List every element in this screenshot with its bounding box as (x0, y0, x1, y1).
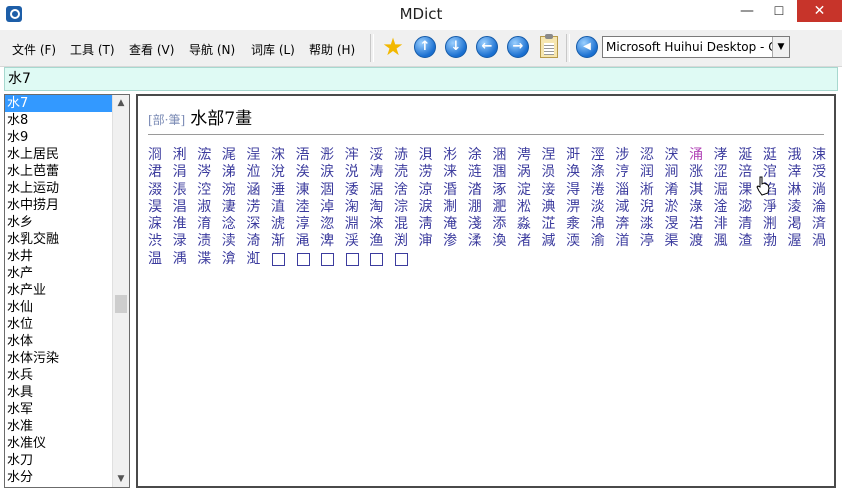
character-link[interactable]: 渰 (222, 251, 247, 268)
word-list: 水7 水8 水9 水上居民 水上芭蕾 水上运动 水中捞月 水乡 水乳交融 水井 水产 水产业 水仙 水位水… (4, 94, 130, 488)
word-list-item[interactable]: 水8 (5, 112, 115, 129)
menu-view[interactable]: 查看 (V) (129, 41, 174, 58)
word-list-item[interactable]: 水准仪 (5, 435, 115, 452)
word-list-item[interactable]: 水产业 (5, 282, 115, 299)
word-list-item[interactable]: 水军 (5, 401, 115, 418)
title-bar: MDict — ☐ ✕ (0, 0, 842, 30)
character-link[interactable]: 渪 (173, 251, 198, 268)
menu-toolbar: 文件 (F) 工具 (T) 查看 (V) 导航 (N) 词库 (L) 帮助 (H… (0, 30, 842, 67)
character-row: 涒涓涔涕涖涗涘涙涚涛涜涝涞涟涠涡涢涣涤涥润涧涨涩涪涫涬涭涮涯 (148, 161, 828, 180)
character-link[interactable]: 温 (148, 251, 173, 268)
voice-select[interactable]: Microsoft Huihui Desktop - C ▼ (602, 36, 790, 58)
missing-glyph-box[interactable] (369, 251, 394, 268)
character-link[interactable]: 渱 (246, 251, 271, 268)
character-link[interactable]: 渦 (812, 233, 834, 250)
character-row: 渋渌渍渎渏渐渑渒渓渔渕渖渗渘渙渚減渜渝渞渟渠渡渢渣渤渥渦渧渨 (148, 230, 828, 250)
menu-help[interactable]: 帮助 (H) (309, 41, 355, 58)
character-link[interactable]: 減 (542, 233, 567, 250)
radical-stroke-link[interactable]: [部·筆] (148, 113, 185, 127)
entry-title: 水部7畫 (190, 109, 253, 129)
word-list-item[interactable]: 水具 (5, 384, 115, 401)
scrollbar-thumb[interactable] (115, 295, 127, 313)
word-list-item[interactable]: 水上芭蕾 (5, 163, 115, 180)
character-link[interactable]: 渟 (640, 233, 665, 250)
word-list-item[interactable]: 水上运动 (5, 180, 115, 197)
character-link[interactable]: 渞 (615, 233, 640, 250)
character-link[interactable]: 渣 (738, 233, 763, 250)
missing-glyph-box[interactable] (296, 251, 321, 268)
character-link[interactable]: 渝 (591, 233, 616, 250)
arrow-back-icon[interactable]: ← (476, 36, 498, 58)
missing-glyph-box[interactable] (320, 251, 345, 268)
word-list-item[interactable]: 水上居民 (5, 146, 115, 163)
arrow-forward-icon[interactable]: → (507, 36, 529, 58)
character-link[interactable]: 渙 (492, 233, 517, 250)
missing-glyph-box[interactable] (271, 251, 296, 268)
character-link[interactable]: 渥 (787, 233, 812, 250)
entry-heading: [部·筆] 水部7畫 (148, 104, 252, 129)
word-list-items: 水7 水8 水9 水上居民 水上芭蕾 水上运动 水中捞月 水乡 水乳交融 水井 水产 水产业 水仙 水位水… (5, 95, 129, 486)
entry-content: [部·筆] 水部7畫 浻浰浤浘浧浨浯浵浶浽浾浿涁涂涃涄涅涆涇涉涊涋涌涍涎涏涐涑涒… (136, 94, 836, 488)
favorite-star-icon[interactable]: ★ (382, 35, 404, 59)
arrow-up-icon[interactable]: ↑ (414, 36, 436, 58)
character-link[interactable]: 渖 (419, 233, 444, 250)
character-link[interactable]: 渤 (763, 233, 788, 250)
menu-tools[interactable]: 工具 (T) (70, 41, 115, 58)
divider (148, 134, 824, 135)
character-row: 浻浰浤浘浧浨浯浵浶浽浾浿涁涂涃涄涅涆涇涉涊涋涌涍涎涏涐涑 (148, 144, 828, 163)
menu-navigate[interactable]: 导航 (N) (189, 41, 235, 58)
word-list-item[interactable]: 水9 (5, 129, 115, 146)
character-link[interactable]: 渗 (443, 233, 468, 250)
word-list-item[interactable]: 水分 (5, 469, 115, 486)
menu-file[interactable]: 文件 (F) (12, 41, 56, 58)
menu-library[interactable]: 词库 (L) (251, 41, 295, 58)
character-link[interactable]: 渢 (714, 233, 739, 250)
character-row: 淭淮淯淰深淲淳淴淵淶混淸淹淺添淼淽淾淿渀渁渂渃渄清渆渇済渉渊 (148, 213, 828, 232)
clipboard-icon[interactable] (540, 34, 558, 58)
word-list-item[interactable]: 水体污染 (5, 350, 115, 367)
word-list-item[interactable]: 水位 (5, 316, 115, 333)
word-list-item[interactable]: 水刀 (5, 452, 115, 469)
word-list-item[interactable]: 水仙 (5, 299, 115, 316)
search-input[interactable]: 水7 (4, 67, 838, 91)
toolbar-separator (566, 34, 570, 62)
speaker-icon[interactable]: ◀ (576, 36, 598, 58)
missing-glyph-box[interactable] (394, 251, 419, 268)
window-title: MDict (399, 5, 443, 23)
close-button[interactable]: ✕ (797, 0, 842, 22)
maximize-button[interactable]: ☐ (764, 0, 794, 22)
character-link[interactable]: 渘 (468, 233, 493, 250)
word-list-item[interactable]: 水兵 (5, 367, 115, 384)
character-grid: 浻浰浤浘浧浨浯浵浶浽浾浿涁涂涃涄涅涆涇涉涊涋涌涍涎涏涐涑涒涓涔涕涖涗涘涙涚涛涜涝… (148, 144, 828, 268)
minimize-button[interactable]: — (732, 0, 762, 22)
character-link[interactable]: 渚 (517, 233, 542, 250)
voice-select-value: Microsoft Huihui Desktop - C (606, 40, 777, 54)
word-list-item[interactable]: 水体 (5, 333, 115, 350)
word-list-item[interactable]: 水7 (5, 95, 115, 112)
character-link[interactable]: 渠 (664, 233, 689, 250)
missing-glyph-box[interactable] (345, 251, 370, 268)
toolbar-separator (370, 34, 374, 62)
hand-cursor-icon (756, 176, 770, 196)
character-row: 涰涱涳涴涵涶涷涸涹涺涻涼涽涾涿淀淁淂淃淄淅淆淇淈淉淊淋淌淍淎 (148, 179, 828, 198)
arrow-down-icon[interactable]: ↓ (445, 36, 467, 58)
chevron-down-icon[interactable]: ▼ (772, 37, 789, 57)
character-link[interactable]: 渫 (197, 251, 222, 268)
word-list-item[interactable]: 水井 (5, 248, 115, 265)
word-list-item[interactable]: 水乡 (5, 214, 115, 231)
character-link[interactable]: 渜 (566, 233, 591, 250)
character-link[interactable]: 渡 (689, 233, 714, 250)
word-list-item[interactable]: 水乳交融 (5, 231, 115, 248)
word-list-scrollbar[interactable]: ▲ ▼ (112, 95, 129, 487)
word-list-item[interactable]: 水准 (5, 418, 115, 435)
scroll-down-icon[interactable]: ▼ (113, 471, 129, 487)
character-row: 淏淐淑淒淓淔淕淖淗淘淙淚淛淜淝淞淟淠淡淢淣淤淥淦淧淨淩淪淫淬 (148, 196, 828, 215)
word-list-item[interactable]: 水中捞月 (5, 197, 115, 214)
word-list-item[interactable]: 水产 (5, 265, 115, 282)
scroll-up-icon[interactable]: ▲ (113, 95, 129, 111)
